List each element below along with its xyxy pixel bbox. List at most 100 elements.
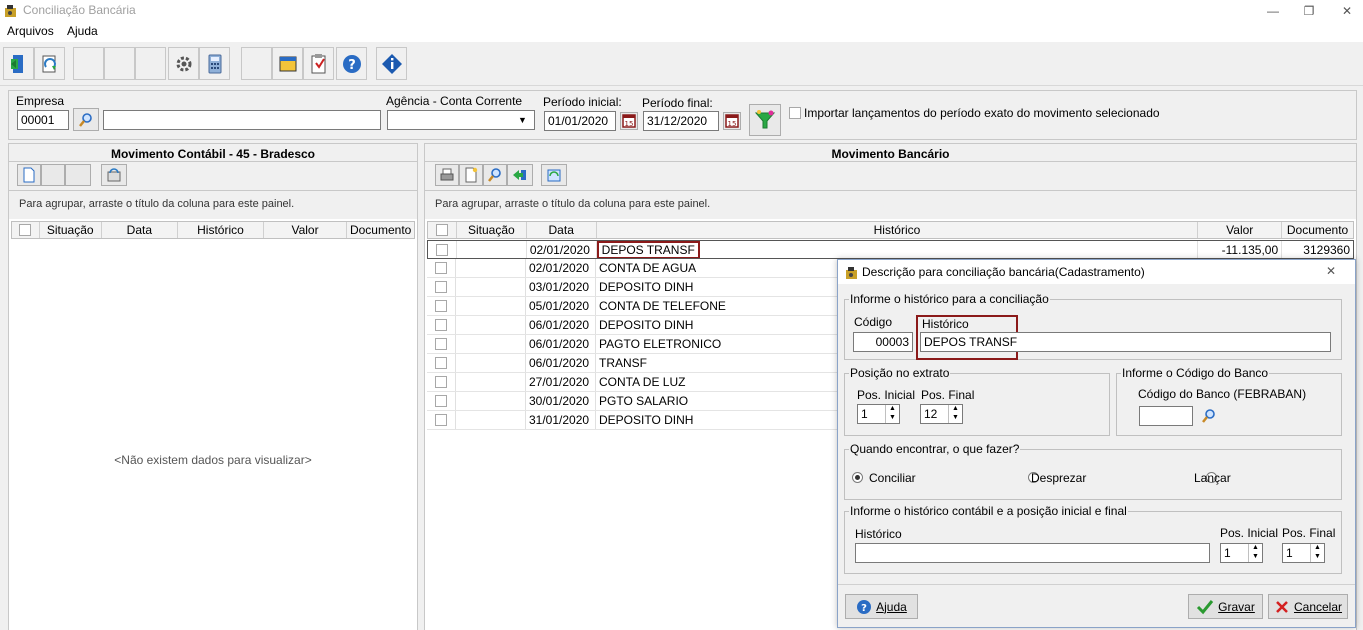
left-blank-button-2[interactable] [65,164,91,186]
cancelar-button[interactable]: Cancelar [1268,594,1348,619]
up-arrow-icon[interactable]: ▲ [886,405,899,414]
left-refresh-button[interactable] [101,164,127,186]
search-icon[interactable] [1201,408,1217,424]
import-button[interactable] [507,164,533,186]
codigo-banco-label: Código do Banco (FEBRABAN) [1138,387,1307,401]
menu-ajuda[interactable]: Ajuda [67,24,98,38]
empresa-name-field[interactable] [103,110,381,130]
right-refresh-button[interactable] [541,164,567,186]
search-icon [79,112,92,127]
up-arrow-icon[interactable]: ▲ [949,405,962,414]
movimento-contabil-panel: Movimento Contábil - 45 - Bradesco Para … [8,143,418,630]
info-icon [381,53,402,74]
toolbar-blank-button-4[interactable] [241,47,272,80]
left-col-data[interactable]: Data [102,222,179,238]
importar-checkbox[interactable] [789,107,801,119]
settings-button[interactable] [168,47,199,80]
table-row[interactable]: 02/01/2020 DEPOS TRANSF -11.135,00 31293… [427,240,1354,259]
row-checkbox[interactable] [435,338,447,350]
left-col-situacao[interactable]: Situação [40,222,102,238]
minimize-button[interactable]: — [1254,0,1292,22]
codigo-banco-field[interactable] [1139,406,1193,426]
left-select-all[interactable] [12,222,40,238]
gravar-button[interactable]: Gravar [1188,594,1263,619]
conciliar-label[interactable]: Conciliar [869,471,916,485]
up-arrow-icon[interactable]: ▲ [1311,544,1324,553]
lancar-label[interactable]: Lançar [1194,471,1231,485]
pos-inicial-spinner[interactable]: 1 ▲ ▼ [857,404,900,424]
periodo-final-field[interactable]: 31/12/2020 [643,111,719,131]
menu-arquivos[interactable]: Arquivos [7,24,54,38]
row-data: 06/01/2020 [526,316,596,334]
periodo-inicial-calendar-button[interactable]: 15 [620,112,638,130]
conciliar-radio[interactable] [852,472,863,483]
row-checkbox[interactable] [435,414,447,426]
row-checkbox[interactable] [435,376,447,388]
codigo-field[interactable]: 00003 [853,332,913,352]
exit-button[interactable] [3,47,34,80]
row-documento: 3129360 [1303,242,1351,257]
desprezar-label[interactable]: Desprezar [1031,471,1086,485]
row-checkbox[interactable] [435,319,447,331]
restore-button[interactable]: ❐ [1290,0,1328,22]
row-checkbox[interactable] [435,395,447,407]
close-window-button[interactable]: ✕ [1328,0,1363,22]
right-col-valor[interactable]: Valor [1198,222,1283,238]
empresa-search-button[interactable] [73,108,99,131]
row-checkbox[interactable] [435,357,447,369]
historico-field[interactable]: DEPOS TRANSF [920,332,1331,352]
periodo-final-calendar-button[interactable]: 15 [723,112,741,130]
agencia-select[interactable] [387,110,535,130]
report-button[interactable] [303,47,334,80]
right-col-documento[interactable]: Documento [1282,222,1353,238]
right-col-historico[interactable]: Histórico [597,222,1199,238]
search-button[interactable] [483,164,507,186]
right-select-all[interactable] [428,222,457,238]
left-blank-button-1[interactable] [41,164,65,186]
acao-group: Quando encontrar, o que fazer? [844,442,1342,500]
down-arrow-icon[interactable]: ▼ [1249,553,1262,562]
row-checkbox[interactable] [435,300,447,312]
ajuda-button[interactable]: ? Ajuda [845,594,918,619]
down-arrow-icon[interactable]: ▼ [1311,553,1324,562]
row-checkbox[interactable] [435,281,447,293]
row-historico: DEPOS TRANSF [596,241,1199,258]
gear-icon [176,56,191,71]
movimento-bancario-title: Movimento Bancário [831,147,950,161]
new-entry-button[interactable] [17,164,41,186]
right-col-situacao[interactable]: Situação [457,222,527,238]
pos-final-label: Pos. Final [921,388,975,402]
contabil-historico-field[interactable] [855,543,1210,563]
filter-button[interactable] [749,104,781,136]
row-data: 06/01/2020 [526,354,596,372]
refresh-button[interactable] [34,47,65,80]
pos-final-spinner[interactable]: 12 ▲ ▼ [920,404,963,424]
contabil-pos-final-spinner[interactable]: 1 ▲ ▼ [1282,543,1325,563]
contabil-pos-final-label: Pos. Final [1282,526,1336,540]
new-button[interactable] [459,164,483,186]
row-checkbox[interactable] [435,262,447,274]
left-col-valor[interactable]: Valor [264,222,348,238]
toolbar-blank-button-2[interactable] [104,47,135,80]
historico-group-legend: Informe o histórico para a conciliação [850,292,1049,306]
empresa-code-field[interactable]: 00001 [17,110,69,130]
toolbar-blank-button-3[interactable] [135,47,166,80]
down-arrow-icon[interactable]: ▼ [886,414,899,423]
toolbar-blank-button-1[interactable] [73,47,104,80]
window-button[interactable] [272,47,303,80]
calculator-button[interactable] [199,47,230,80]
row-checkbox[interactable] [435,243,448,256]
right-col-data[interactable]: Data [527,222,597,238]
help-button[interactable]: ? [336,47,367,80]
down-arrow-icon[interactable]: ▼ [949,414,962,423]
left-empty-message: <Não existem dados para visualizar> [114,453,312,467]
contabil-pos-inicial-spinner[interactable]: 1 ▲ ▼ [1220,543,1263,563]
left-col-documento[interactable]: Documento [347,222,414,238]
print-button[interactable] [435,164,459,186]
periodo-inicial-field[interactable]: 01/01/2020 [544,111,616,131]
info-button[interactable] [376,47,407,80]
row-data: 03/01/2020 [526,278,596,296]
left-col-historico[interactable]: Histórico [178,222,264,238]
dialog-close-button[interactable]: ✕ [1326,264,1336,278]
up-arrow-icon[interactable]: ▲ [1249,544,1262,553]
